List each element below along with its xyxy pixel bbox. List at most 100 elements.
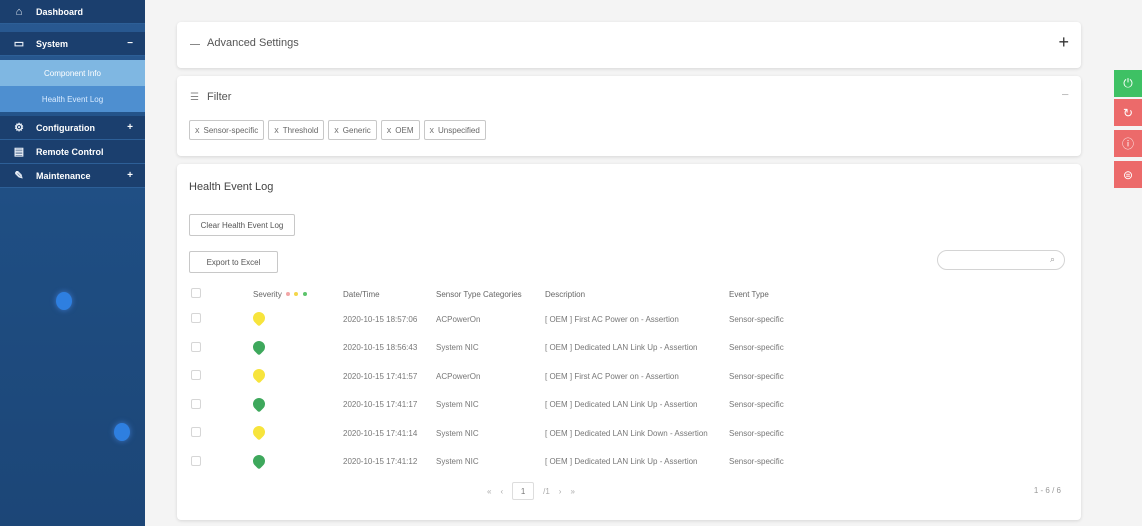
page-total: /1 [543,486,550,496]
table-header-row: Severity Date/Time Sensor Type Categorie… [191,283,849,305]
sidebar-subitem-component-info[interactable]: Component Info [0,60,145,86]
first-page-button[interactable]: « [487,487,491,496]
info-button[interactable]: ⓘ [1114,130,1142,157]
last-page-button[interactable]: » [570,487,574,496]
row-checkbox[interactable] [191,341,201,352]
cell-event-type: Sensor-specific [729,457,784,467]
table-row[interactable]: 2020-10-15 17:41:12 System NIC [ OEM ] Ded… [191,448,849,477]
close-icon[interactable]: x [274,125,279,135]
filter-tags: x Sensor-specific x Threshold x Generic x OE… [189,120,486,140]
pagination: « ‹ 1 /1 › » [487,482,575,500]
expand-icon: + [127,122,133,133]
search-input[interactable]: ⌕ [937,250,1065,270]
cell-datetime: 2020-10-15 18:57:06 [343,314,418,324]
cell-event-type: Sensor-specific [729,428,784,438]
prev-page-button[interactable]: ‹ [500,487,503,496]
gear-icon: ⚙ [14,122,24,134]
monitor-icon: ▭ [13,38,25,50]
remote-icon: ▤ [13,146,25,158]
close-icon[interactable]: x [387,125,392,135]
globe-button[interactable]: ⊜ [1114,161,1142,188]
sidebar-subitem-label: Component Info [44,68,101,78]
filter-tag-unspecified[interactable]: x Unspecified [423,120,486,140]
info-icon: ⓘ [1121,137,1134,151]
cell-description: [ OEM ] Dedicated LAN Link Up - Assertio… [545,343,698,353]
severity-yellow-icon [250,309,268,327]
globe-icon: ⊜ [1122,167,1134,182]
cell-sensor: System NIC [436,457,479,467]
sidebar-subitem-health-event-log[interactable]: Health Event Log [0,86,145,112]
refresh-icon: ↻ [1122,105,1134,120]
row-checkbox[interactable] [191,398,201,409]
sidebar-item-system[interactable]: ▭ System − [0,32,145,56]
record-range: 1 - 6 / 6 [1033,486,1061,495]
collapse-icon: − [127,38,133,49]
row-checkbox[interactable] [191,370,201,381]
cell-datetime: 2020-10-15 17:41:17 [343,400,418,410]
sidebar-item-remote-control[interactable]: ▤ Remote Control [0,140,145,164]
expand-advanced-button[interactable]: + [1058,32,1069,53]
table-row[interactable]: 2020-10-15 18:57:06 ACPowerOn [ OEM ] Firs… [191,305,849,334]
column-sensor-type[interactable]: Sensor Type Categories [436,283,545,305]
cell-datetime: 2020-10-15 17:41:57 [343,371,418,381]
minus-icon [190,44,200,45]
filter-panel: ☰ Filter − x Sensor-specific x Threshold x… [177,76,1081,156]
cell-datetime: 2020-10-15 18:56:43 [343,343,418,353]
cell-event-type: Sensor-specific [729,343,784,353]
close-icon[interactable]: x [334,125,339,135]
decorative-dot [114,423,130,441]
power-button[interactable]: ⏻ [1114,70,1142,97]
column-event-type[interactable]: Event Type [729,283,849,305]
sidebar-item-label: Configuration [36,122,95,133]
filter-tag-label: Threshold [282,125,319,135]
page-number-input[interactable]: 1 [512,482,535,500]
cell-sensor: System NIC [436,428,479,438]
table-row[interactable]: 2020-10-15 17:41:14 System NIC [ OEM ] Ded… [191,419,849,448]
filter-title: Filter [207,91,232,103]
filter-tag-oem[interactable]: x OEM [380,120,420,140]
filter-tag-threshold[interactable]: x Threshold [268,120,325,140]
collapse-filter-button[interactable]: − [1061,87,1069,102]
cell-event-type: Sensor-specific [729,400,784,410]
cell-sensor: ACPowerOn [436,314,481,324]
cell-sensor: System NIC [436,400,479,410]
severity-green-icon [250,452,268,470]
health-event-log-title: Health Event Log [189,181,274,193]
sidebar-item-label: Dashboard [36,6,84,17]
filter-icon: ☰ [190,92,199,103]
column-datetime[interactable]: Date/Time [343,283,436,305]
cell-sensor: System NIC [436,343,479,353]
sidebar-item-dashboard[interactable]: ⌂ Dashboard [0,0,145,24]
table-row[interactable]: 2020-10-15 17:41:17 System NIC [ OEM ] Ded… [191,391,849,420]
sidebar-subitem-label: Health Event Log [41,94,104,104]
severity-green-icon [250,395,268,413]
export-to-excel-button[interactable]: Export to Excel [189,251,278,273]
close-icon[interactable]: x [195,125,200,135]
row-checkbox[interactable] [191,313,201,324]
advanced-settings-panel: Advanced Settings + [177,22,1081,68]
cell-description: [ OEM ] Dedicated LAN Link Up - Assertio… [545,457,698,467]
close-icon[interactable]: x [430,125,435,135]
event-log-table: Severity Date/Time Sensor Type Categorie… [191,283,849,476]
advanced-settings-title: Advanced Settings [207,37,299,49]
cell-sensor: ACPowerOn [436,371,481,381]
select-all-checkbox[interactable] [191,288,201,298]
sidebar-item-label: Remote Control [36,146,104,157]
row-checkbox[interactable] [191,455,201,466]
sidebar-item-configuration[interactable]: ⚙ Configuration + [0,116,145,140]
cell-description: [ OEM ] Dedicated LAN Link Up - Assertio… [545,400,698,410]
filter-tag-sensor-specific[interactable]: x Sensor-specific [189,120,265,140]
refresh-button[interactable]: ↻ [1114,99,1142,126]
sidebar-item-label: System [36,38,69,49]
next-page-button[interactable]: › [559,487,562,496]
cell-description: [ OEM ] Dedicated LAN Link Down - Assert… [545,428,708,438]
column-description[interactable]: Description [545,283,729,305]
row-checkbox[interactable] [191,427,201,438]
column-severity[interactable]: Severity [253,283,343,305]
sidebar-item-maintenance[interactable]: ✎ Maintenance + [0,164,145,188]
cell-event-type: Sensor-specific [729,371,784,381]
clear-health-event-log-button[interactable]: Clear Health Event Log [189,214,295,236]
filter-tag-generic[interactable]: x Generic [328,120,377,140]
table-row[interactable]: 2020-10-15 18:56:43 System NIC [ OEM ] Ded… [191,334,849,363]
table-row[interactable]: 2020-10-15 17:41:57 ACPowerOn [ OEM ] Firs… [191,362,849,391]
